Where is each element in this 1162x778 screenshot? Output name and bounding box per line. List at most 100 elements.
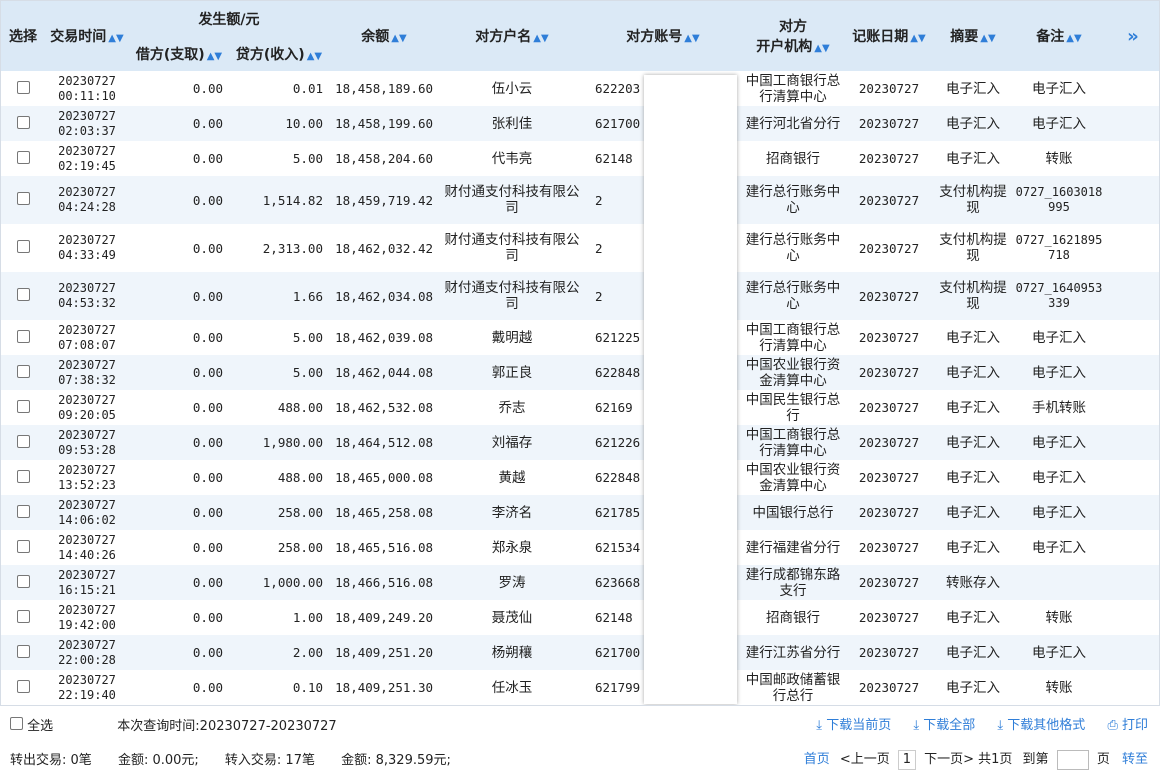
cell-balance: 18,465,000.08 — [329, 460, 439, 495]
row-select[interactable] — [1, 425, 45, 460]
row-select[interactable] — [1, 635, 45, 670]
header-summary[interactable]: 摘要 ▲▼ — [933, 1, 1013, 71]
row-select[interactable] — [1, 565, 45, 600]
table-row[interactable]: 20230727 07:38:32 0.00 5.00 18,462,044.08 郭正良… — [1, 355, 1159, 390]
table-row[interactable]: 20230727 02:19:45 0.00 5.00 18,458,204.60 代韦亮… — [1, 141, 1159, 176]
cell-pad — [1105, 106, 1159, 141]
more-columns-button[interactable]: » — [1105, 1, 1159, 71]
download-other-button[interactable]: ⤓ 下载其他格式 — [997, 718, 1085, 733]
table-row[interactable]: 20230727 16:15:21 0.00 1,000.00 18,466,516.0… — [1, 565, 1159, 600]
cell-date: 20230727 — [58, 357, 116, 372]
sort-icon[interactable]: ▲▼ — [1066, 33, 1081, 44]
goto-page-input[interactable] — [1056, 749, 1089, 770]
next-page-link[interactable]: 下一页> — [924, 752, 974, 767]
jump-button[interactable]: 转至 — [1122, 752, 1148, 767]
table-row[interactable]: 20230727 00:11:10 0.00 0.01 18,458,189.60 伍小云… — [1, 71, 1159, 106]
row-checkbox[interactable] — [16, 150, 30, 164]
row-checkbox[interactable] — [16, 115, 30, 129]
cell-clock: 19:42:00 — [58, 617, 116, 632]
table-row[interactable]: 20230727 04:53:32 0.00 1.66 18,462,034.08 财付通… — [1, 272, 1159, 320]
header-time[interactable]: 交易时间 ▲▼ — [45, 1, 129, 71]
header-debit[interactable]: 借方(支取) ▲▼ — [129, 37, 229, 71]
row-checkbox[interactable] — [16, 434, 30, 448]
cell-name: 黄越 — [439, 460, 585, 495]
row-select[interactable] — [1, 530, 45, 565]
header-cp-bank[interactable]: 对方 开户机构 ▲▼ — [741, 1, 845, 71]
sort-icon[interactable]: ▲▼ — [307, 51, 322, 62]
cell-balance: 18,464,512.08 — [329, 425, 439, 460]
row-select[interactable] — [1, 355, 45, 390]
sort-icon[interactable]: ▲▼ — [207, 51, 222, 62]
download-all-button[interactable]: ⤓ 下载全部 — [913, 718, 975, 733]
sort-icon[interactable]: ▲▼ — [533, 33, 548, 44]
current-page[interactable]: 1 — [897, 750, 916, 770]
row-checkbox[interactable] — [16, 80, 30, 94]
row-select[interactable] — [1, 495, 45, 530]
header-cp-account[interactable]: 对方账号 ▲▼ — [585, 1, 741, 71]
select-all-checkbox[interactable]: 全选 — [10, 715, 53, 734]
table-row[interactable]: 20230727 09:20:05 0.00 488.00 18,462,532.08 乔… — [1, 390, 1159, 425]
row-select[interactable] — [1, 71, 45, 106]
cell-time: 20230727 19:42:00 — [45, 600, 129, 635]
sort-icon[interactable]: ▲▼ — [980, 33, 995, 44]
header-balance[interactable]: 余额 ▲▼ — [329, 1, 439, 71]
download-current-button[interactable]: ⤓ 下载当前页 — [816, 718, 891, 733]
header-remark[interactable]: 备注 ▲▼ — [1013, 1, 1105, 71]
in-amount: 金额: 8,329.59元; — [341, 753, 451, 768]
row-select[interactable] — [1, 141, 45, 176]
row-checkbox[interactable] — [16, 240, 30, 253]
table-row[interactable]: 20230727 19:42:00 0.00 1.00 18,409,249.20 聂茂仙… — [1, 600, 1159, 635]
table-row[interactable]: 20230727 02:03:37 0.00 10.00 18,458,199.60 张利… — [1, 106, 1159, 141]
row-checkbox[interactable] — [16, 469, 30, 483]
cell-summary: 电子汇入 — [933, 355, 1013, 390]
cell-time: 20230727 22:00:28 — [45, 635, 129, 670]
table-row[interactable]: 20230727 13:52:23 0.00 488.00 18,465,000.08 黄… — [1, 460, 1159, 495]
cell-clock: 07:38:32 — [58, 372, 116, 387]
table-row[interactable]: 20230727 22:00:28 0.00 2.00 18,409,251.20 杨朔穰… — [1, 635, 1159, 670]
table-row[interactable]: 20230727 22:19:40 0.00 0.10 18,409,251.30 任冰玉… — [1, 670, 1159, 705]
prev-page-link[interactable]: <上一页 — [840, 752, 890, 767]
row-checkbox[interactable] — [16, 364, 30, 378]
table-row[interactable]: 20230727 14:06:02 0.00 258.00 18,465,258.08 李… — [1, 495, 1159, 530]
row-select[interactable] — [1, 224, 45, 272]
row-checkbox[interactable] — [16, 644, 30, 658]
row-select[interactable] — [1, 320, 45, 355]
table-row[interactable]: 20230727 07:08:07 0.00 5.00 18,462,039.08 戴明越… — [1, 320, 1159, 355]
sort-icon[interactable]: ▲▼ — [814, 43, 829, 54]
row-select[interactable] — [1, 390, 45, 425]
first-page-link[interactable]: 首页 — [804, 752, 830, 767]
print-button[interactable]: ⎙ 打印 — [1107, 718, 1148, 733]
header-cp-name[interactable]: 对方户名 ▲▼ — [439, 1, 585, 71]
table-row[interactable]: 20230727 04:33:49 0.00 2,313.00 18,462,032.4… — [1, 224, 1159, 272]
row-select[interactable] — [1, 460, 45, 495]
row-checkbox[interactable] — [16, 192, 30, 205]
row-select[interactable] — [1, 600, 45, 635]
row-select[interactable] — [1, 106, 45, 141]
row-checkbox[interactable] — [16, 329, 30, 343]
sort-icon[interactable]: ▲▼ — [391, 33, 406, 44]
table-row[interactable]: 20230727 04:24:28 0.00 1,514.82 18,459,719.4… — [1, 176, 1159, 224]
row-select[interactable] — [1, 272, 45, 320]
row-select[interactable] — [1, 670, 45, 705]
row-select[interactable] — [1, 176, 45, 224]
cell-time: 20230727 14:06:02 — [45, 495, 129, 530]
cell-time: 20230727 07:38:32 — [45, 355, 129, 390]
row-checkbox[interactable] — [16, 574, 30, 588]
sort-icon[interactable]: ▲▼ — [108, 33, 123, 44]
checkbox[interactable] — [10, 717, 23, 730]
sort-icon[interactable]: ▲▼ — [684, 33, 699, 44]
row-checkbox[interactable] — [16, 679, 30, 693]
row-checkbox[interactable] — [16, 504, 30, 518]
row-checkbox[interactable] — [16, 288, 30, 301]
cell-date: 20230727 — [58, 602, 116, 617]
header-credit[interactable]: 贷方(收入) ▲▼ — [229, 37, 329, 71]
cell-bank: 中国邮政储蓄银行总行 — [741, 670, 845, 705]
row-checkbox[interactable] — [16, 399, 30, 413]
cell-summary: 电子汇入 — [933, 390, 1013, 425]
header-post-date[interactable]: 记账日期 ▲▼ — [845, 1, 933, 71]
table-row[interactable]: 20230727 09:53:28 0.00 1,980.00 18,464,512.0… — [1, 425, 1159, 460]
row-checkbox[interactable] — [16, 539, 30, 553]
table-row[interactable]: 20230727 14:40:26 0.00 258.00 18,465,516.08 郑… — [1, 530, 1159, 565]
row-checkbox[interactable] — [16, 609, 30, 623]
sort-icon[interactable]: ▲▼ — [910, 33, 925, 44]
